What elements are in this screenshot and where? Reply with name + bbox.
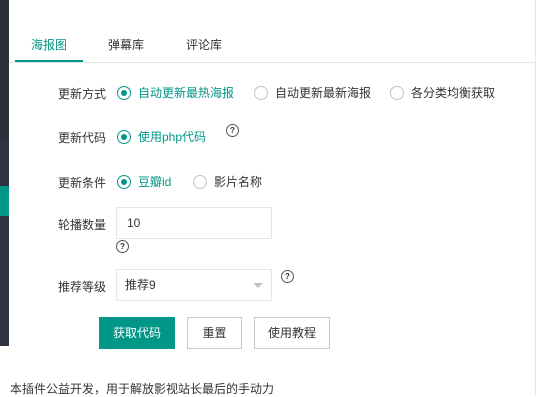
- radio-label: 自动更新最热海报: [138, 86, 235, 100]
- chevron-down-icon: [253, 283, 263, 288]
- radio-label: 豆瓣id: [138, 175, 172, 189]
- radio-unchecked-icon: [390, 85, 404, 100]
- footer-note: 本插件公益开发，用于解放影视站长最后的手动力: [10, 382, 275, 396]
- radio-label: 自动更新最新海报: [275, 86, 372, 100]
- help-icon[interactable]: ?: [116, 240, 129, 253]
- radio-movie-name[interactable]: 影片名称: [193, 173, 262, 190]
- select-value: 推荐9: [125, 278, 156, 292]
- reset-button[interactable]: 重置: [187, 317, 242, 349]
- update-mode-label: 更新方式: [58, 87, 107, 101]
- radio-hottest-poster[interactable]: 自动更新最热海报: [117, 84, 234, 101]
- radio-label: 使用php代码: [138, 130, 207, 144]
- sidebar-strip: [0, 0, 9, 395]
- help-icon[interactable]: ?: [281, 270, 294, 283]
- radio-balanced-category[interactable]: 各分类均衡获取: [390, 84, 495, 101]
- radio-label: 影片名称: [214, 175, 263, 189]
- radio-douban-id[interactable]: 豆瓣id: [117, 173, 171, 190]
- radio-unchecked-icon: [254, 85, 268, 100]
- tab-bar: 海报图 弹幕库 评论库: [9, 30, 535, 63]
- help-icon[interactable]: ?: [226, 124, 239, 137]
- update-condition-label: 更新条件: [58, 176, 107, 190]
- radio-checked-icon: [117, 174, 131, 189]
- get-code-button[interactable]: 获取代码: [99, 317, 175, 349]
- recommend-level-label: 推荐等级: [58, 280, 107, 294]
- sidebar-dark-block: [0, 0, 9, 140]
- tutorial-button[interactable]: 使用教程: [254, 317, 330, 349]
- sidebar-dark-block: [0, 140, 9, 186]
- tab-comments[interactable]: 评论库: [186, 30, 222, 61]
- carousel-count-input[interactable]: 10: [116, 207, 272, 239]
- radio-use-php-code[interactable]: 使用php代码: [117, 128, 206, 145]
- sidebar-active-indicator[interactable]: [0, 186, 9, 216]
- radio-label: 各分类均衡获取: [411, 86, 496, 100]
- radio-newest-poster[interactable]: 自动更新最新海报: [254, 84, 371, 101]
- carousel-count-label: 轮播数量: [58, 218, 107, 232]
- radio-checked-icon: [117, 85, 131, 100]
- tab-poster[interactable]: 海报图: [14, 30, 84, 62]
- radio-checked-icon: [117, 129, 131, 144]
- recommend-level-select[interactable]: 推荐9: [116, 269, 272, 301]
- tab-danmaku[interactable]: 弹幕库: [108, 30, 144, 61]
- sidebar-dark-block: [0, 216, 9, 346]
- radio-unchecked-icon: [193, 174, 207, 189]
- update-code-label: 更新代码: [58, 131, 107, 145]
